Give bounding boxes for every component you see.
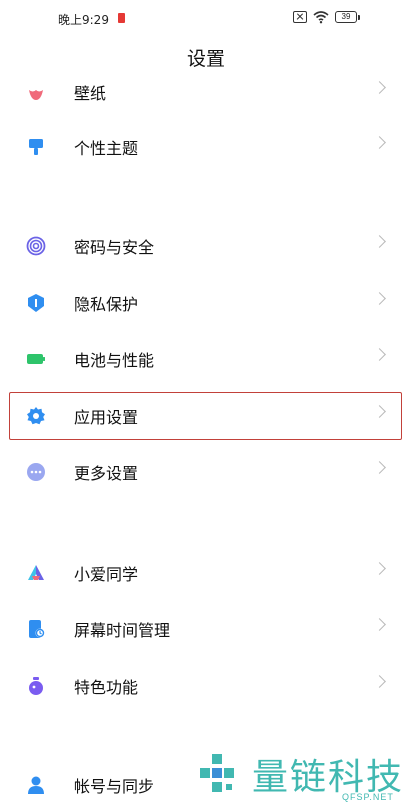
no-sim-icon <box>293 11 307 23</box>
fingerprint-icon <box>26 236 46 256</box>
settings-item-label: 个性主题 <box>74 139 139 158</box>
settings-item-features[interactable]: 特色功能 <box>0 658 412 714</box>
settings-item-label: 应用设置 <box>74 408 139 427</box>
settings-item-label: 电池与性能 <box>74 351 155 370</box>
watermark-logo-icon <box>200 754 234 792</box>
settings-item-theme[interactable]: 个性主题 <box>0 119 412 175</box>
status-icons: 39 <box>293 10 360 24</box>
gear-icon <box>27 407 45 425</box>
settings-item-label: 小爱同学 <box>74 565 139 584</box>
settings-item-label: 隐私保护 <box>74 295 139 314</box>
settings-item-label: 帐号与同步 <box>74 777 155 796</box>
chevron-right-icon <box>373 562 386 575</box>
settings-item-privacy[interactable]: 隐私保护 <box>0 275 412 331</box>
settings-item-label: 密码与安全 <box>74 238 155 257</box>
settings-item-app-settings[interactable]: 应用设置 <box>0 388 412 444</box>
screen-time-icon <box>29 620 45 638</box>
settings-item-battery[interactable]: 电池与性能 <box>0 331 412 387</box>
battery-status-icon: 39 <box>335 11 360 23</box>
settings-item-screen-time[interactable]: 屏幕时间管理 <box>0 601 412 657</box>
settings-item-wallpaper[interactable]: 壁纸 <box>0 64 412 120</box>
theme-brush-icon <box>29 139 43 155</box>
chevron-right-icon <box>373 136 386 149</box>
chevron-right-icon <box>373 675 386 688</box>
xiaoai-icon <box>28 565 44 580</box>
more-dots-icon <box>27 463 45 481</box>
battery-icon <box>27 354 45 364</box>
settings-item-label: 壁纸 <box>74 84 107 103</box>
settings-item-label: 特色功能 <box>74 678 139 697</box>
status-time: 晚上9:29 <box>58 13 109 27</box>
battery-level: 39 <box>335 11 357 23</box>
privacy-shield-icon <box>28 294 44 312</box>
settings-item-label: 屏幕时间管理 <box>74 621 171 640</box>
chevron-right-icon <box>373 81 386 94</box>
wallpaper-icon <box>29 90 43 100</box>
watermark-subtext: QFSP.NET <box>342 792 394 802</box>
chevron-right-icon <box>373 235 386 248</box>
chevron-right-icon <box>373 292 386 305</box>
wifi-icon <box>313 11 329 24</box>
chevron-right-icon <box>373 348 386 361</box>
chevron-right-icon <box>373 405 386 418</box>
status-bar: 晚上9:29 39 <box>0 0 412 40</box>
chevron-right-icon <box>373 461 386 474</box>
settings-item-more-settings[interactable]: 更多设置 <box>0 444 412 500</box>
settings-item-xiaoai[interactable]: 小爱同学 <box>0 545 412 601</box>
features-flask-icon <box>29 677 43 695</box>
account-icon <box>28 776 44 794</box>
settings-item-label: 更多设置 <box>74 464 139 483</box>
settings-item-password-security[interactable]: 密码与安全 <box>0 218 412 274</box>
watermark: 量链科技 QFSP.NET <box>192 746 412 806</box>
chevron-right-icon <box>373 618 386 631</box>
notification-icon <box>118 13 125 23</box>
